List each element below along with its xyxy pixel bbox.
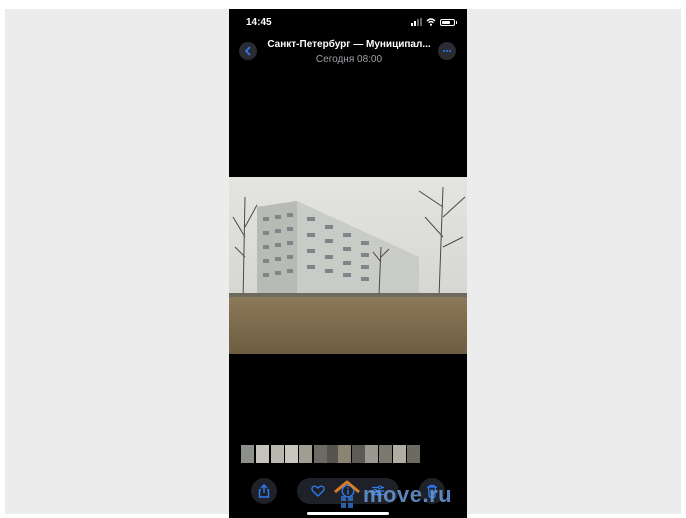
share-icon xyxy=(258,484,270,498)
share-button[interactable] xyxy=(251,478,277,504)
thumbnail[interactable] xyxy=(379,445,392,463)
chevron-left-icon xyxy=(244,46,251,56)
thumbnail[interactable] xyxy=(352,445,365,463)
thumbnail[interactable] xyxy=(241,445,254,463)
watermark: move.ru xyxy=(333,480,452,510)
thumbnail[interactable] xyxy=(285,445,298,463)
thumbnail[interactable] xyxy=(299,445,312,463)
thumbnail[interactable] xyxy=(338,445,351,463)
favorite-button[interactable] xyxy=(311,485,325,497)
thumbnail[interactable] xyxy=(365,445,378,463)
thumbnail[interactable] xyxy=(393,445,406,463)
ellipsis-icon xyxy=(443,50,451,52)
watermark-text: move.ru xyxy=(363,482,453,507)
phone-screen: 14:45 Санкт-Петербург — Муниципал... Сег… xyxy=(229,9,467,518)
signal-icon xyxy=(411,18,422,26)
status-icons xyxy=(411,18,457,26)
home-indicator[interactable] xyxy=(307,512,389,515)
photo-title: Санкт-Петербург — Муниципал... xyxy=(267,39,431,50)
thumbnail[interactable] xyxy=(407,445,420,463)
battery-icon xyxy=(440,18,457,26)
photo-date: Сегодня 08:00 xyxy=(315,54,383,65)
thumbnail[interactable] xyxy=(314,445,327,463)
more-button[interactable] xyxy=(438,42,456,60)
wifi-icon xyxy=(426,18,436,26)
heart-icon xyxy=(311,485,325,497)
thumbnail[interactable] xyxy=(256,445,269,463)
back-button[interactable] xyxy=(239,42,257,60)
thumbnail[interactable] xyxy=(271,445,284,463)
main-photo[interactable] xyxy=(229,177,467,354)
move-logo-icon xyxy=(334,480,360,508)
status-time: 14:45 xyxy=(246,17,272,28)
